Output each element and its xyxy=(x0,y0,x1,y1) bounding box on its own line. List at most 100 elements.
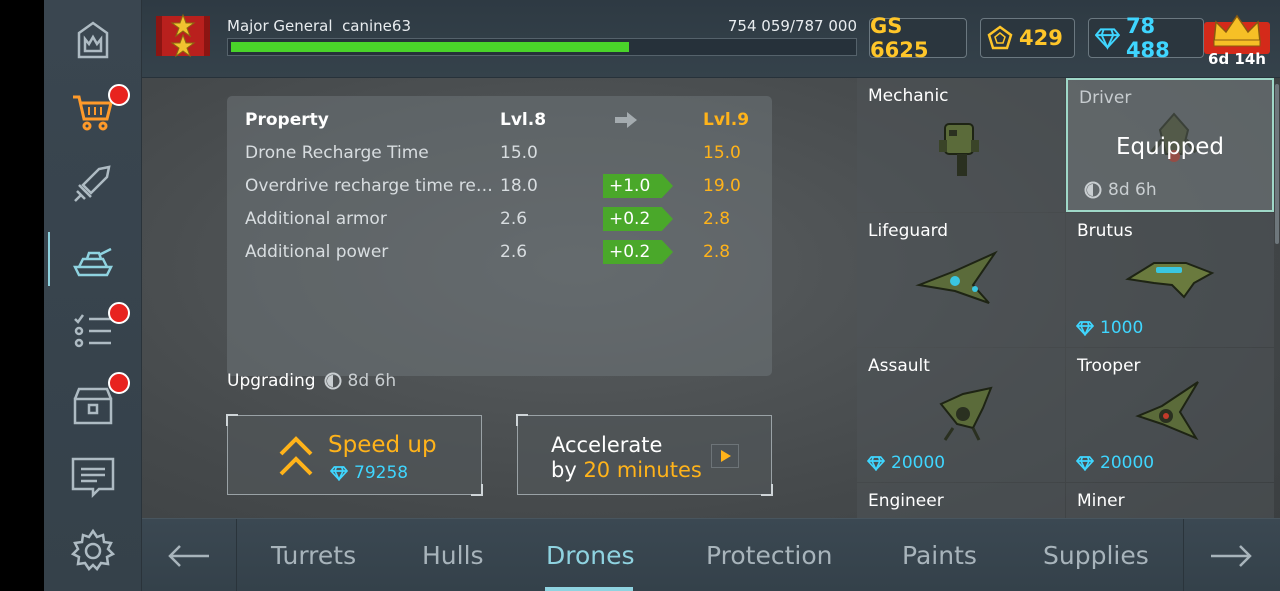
driver-upgrade-time: 8d 6h xyxy=(1108,180,1157,200)
diamond-icon xyxy=(867,456,885,471)
diamond-icon xyxy=(1076,456,1094,471)
tab-drones[interactable]: Drones xyxy=(546,541,635,570)
tab-hulls[interactable]: Hulls xyxy=(422,541,484,570)
drone-name: Driver xyxy=(1079,88,1132,108)
property-current: 2.6 xyxy=(500,242,528,262)
arrow-right-icon xyxy=(615,112,637,133)
drone-card-miner[interactable]: Miner xyxy=(1066,483,1274,518)
clock-icon xyxy=(324,372,342,390)
property-next: 2.8 xyxy=(703,242,731,262)
drone-card-assault[interactable]: Assault 20000 xyxy=(857,348,1065,482)
clock-icon xyxy=(1084,181,1102,199)
crystals-counter[interactable]: 429 xyxy=(980,18,1075,58)
premium-time: 6d 14h xyxy=(1208,50,1266,68)
gear-score-value: GS 6625 xyxy=(870,14,929,62)
nav-containers[interactable] xyxy=(44,370,142,440)
upgrading-time: 8d 6h xyxy=(347,371,397,391)
brutus-drone-icon xyxy=(1125,262,1215,299)
tab-supplies[interactable]: Supplies xyxy=(1043,541,1149,570)
xp-counter: 754 059/787 000 xyxy=(727,17,857,35)
diamond-icon xyxy=(1095,28,1120,50)
xp-progress-bar xyxy=(227,38,857,56)
drone-price: 20000 xyxy=(867,453,945,473)
property-next: 15.0 xyxy=(703,143,741,163)
property-current: 2.6 xyxy=(500,209,528,229)
property-panel: Property Lvl.8 Lvl.9 Drone Recharge Time… xyxy=(227,96,772,376)
property-delta: +0.2 xyxy=(603,207,673,231)
upgrading-status: Upgrading 8d 6h xyxy=(227,371,396,391)
nav-news[interactable] xyxy=(44,440,142,510)
diamonds-value: 78 488 xyxy=(1125,14,1170,62)
drone-card-driver[interactable]: Driver Equipped 8d 6h xyxy=(1066,78,1274,212)
speed-up-label: Speed up xyxy=(328,432,437,458)
player-rank-name: Major General canine63 xyxy=(227,17,411,35)
mechanic-drone-icon xyxy=(939,123,979,176)
news-icon xyxy=(71,457,115,499)
nav-missions[interactable] xyxy=(44,296,142,366)
nav-garage[interactable] xyxy=(44,6,142,76)
drone-price-value: 20000 xyxy=(891,453,946,473)
category-tab-bar: Turrets Hulls Drones Protection Paints S… xyxy=(142,518,1280,591)
drone-price: 1000 xyxy=(1076,318,1143,338)
tab-paints[interactable]: Paints xyxy=(902,541,977,570)
drone-card-brutus[interactable]: Brutus 1000 xyxy=(1066,213,1274,347)
accelerate-button[interactable]: Accelerate by 20 minutes xyxy=(516,414,773,496)
crystals-value: 429 xyxy=(1019,26,1063,50)
property-name: Additional power xyxy=(245,242,389,262)
drone-name: Miner xyxy=(1077,491,1125,511)
nav-shop[interactable] xyxy=(44,76,142,146)
notification-badge xyxy=(108,302,130,324)
nav-garage-tank[interactable] xyxy=(44,224,142,294)
xp-progress-fill xyxy=(231,42,629,52)
nav-battle[interactable] xyxy=(44,150,142,220)
drone-name: Engineer xyxy=(868,491,944,511)
drone-price: 20000 xyxy=(1076,453,1154,473)
next-level: Lvl.9 xyxy=(703,110,750,130)
notification-badge xyxy=(108,372,130,394)
speed-up-price-value: 79258 xyxy=(354,463,409,483)
diamond-icon xyxy=(330,466,348,481)
tab-turrets[interactable]: Turrets xyxy=(271,541,356,570)
property-next: 19.0 xyxy=(703,176,741,196)
speed-up-price: 79258 xyxy=(330,463,408,483)
accelerate-prefix: by xyxy=(551,458,584,482)
drone-name: Brutus xyxy=(1077,221,1133,241)
speed-up-button[interactable]: Speed up 79258 xyxy=(226,414,483,496)
property-name: Additional armor xyxy=(245,209,387,229)
nav-settings[interactable] xyxy=(44,516,142,586)
settings-gear-icon xyxy=(70,528,116,571)
drone-name: Assault xyxy=(868,356,930,376)
screen-edge xyxy=(0,0,44,591)
upgrading-label: Upgrading xyxy=(227,371,316,391)
garage-crown-icon xyxy=(77,21,109,59)
double-chevron-up-icon xyxy=(279,436,313,476)
accelerate-minutes: 20 minutes xyxy=(583,458,702,482)
property-next: 2.8 xyxy=(703,209,731,229)
sword-icon xyxy=(74,165,111,202)
property-delta: +1.0 xyxy=(603,174,673,198)
tabs-next-button[interactable] xyxy=(1183,519,1278,591)
gear-score-badge[interactable]: GS 6625 xyxy=(869,14,967,62)
watch-ad-button[interactable] xyxy=(711,444,739,468)
active-indicator xyxy=(48,232,50,286)
assault-drone-icon xyxy=(939,386,993,441)
rank-emblem-icon[interactable] xyxy=(154,12,212,60)
upgrading-timer: 8d 6h xyxy=(324,371,397,391)
diamond-icon xyxy=(1076,321,1094,336)
drone-list-scrollbar[interactable] xyxy=(1275,84,1279,244)
property-delta: +0.2 xyxy=(603,240,673,264)
accelerate-label: Accelerate xyxy=(551,433,663,457)
tab-protection[interactable]: Protection xyxy=(706,541,832,570)
property-current: 15.0 xyxy=(500,143,538,163)
diamonds-counter[interactable]: 78 488 xyxy=(1088,14,1204,62)
drone-card-engineer[interactable]: Engineer xyxy=(857,483,1065,518)
tabs-prev-button[interactable] xyxy=(142,519,237,591)
drone-card-trooper[interactable]: Trooper 20000 xyxy=(1066,348,1274,482)
play-icon xyxy=(721,450,731,462)
drone-card-mechanic[interactable]: Mechanic xyxy=(857,78,1065,212)
lifeguard-drone-icon xyxy=(915,250,998,304)
drone-card-lifeguard[interactable]: Lifeguard xyxy=(857,213,1065,347)
active-tab-underline xyxy=(545,587,633,591)
accelerate-amount: by 20 minutes xyxy=(551,458,702,482)
property-name: Overdrive recharge time red... xyxy=(245,176,500,196)
